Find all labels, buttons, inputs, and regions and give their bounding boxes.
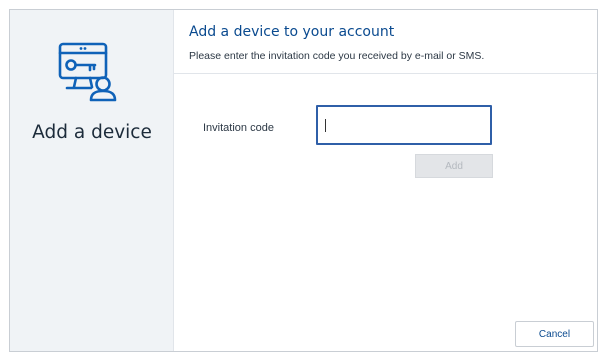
page-title: Add a device to your account	[189, 24, 395, 40]
main-panel: Add a device to your account Please ente…	[174, 10, 597, 351]
sidebar-title: Add a device	[32, 122, 152, 143]
dialog-header: Add a device to your account Please ente…	[174, 10, 597, 74]
sidebar: Add a device	[10, 10, 174, 351]
text-caret	[325, 119, 326, 132]
add-device-dialog: Add a device Add a device to your accoun…	[9, 9, 598, 352]
add-button[interactable]: Add	[415, 154, 493, 178]
device-key-user-icon	[58, 42, 117, 102]
cancel-button[interactable]: Cancel	[515, 321, 594, 347]
invitation-code-label: Invitation code	[203, 122, 274, 134]
invitation-code-input[interactable]	[316, 105, 492, 145]
page-subtitle: Please enter the invitation code you rec…	[189, 50, 485, 62]
